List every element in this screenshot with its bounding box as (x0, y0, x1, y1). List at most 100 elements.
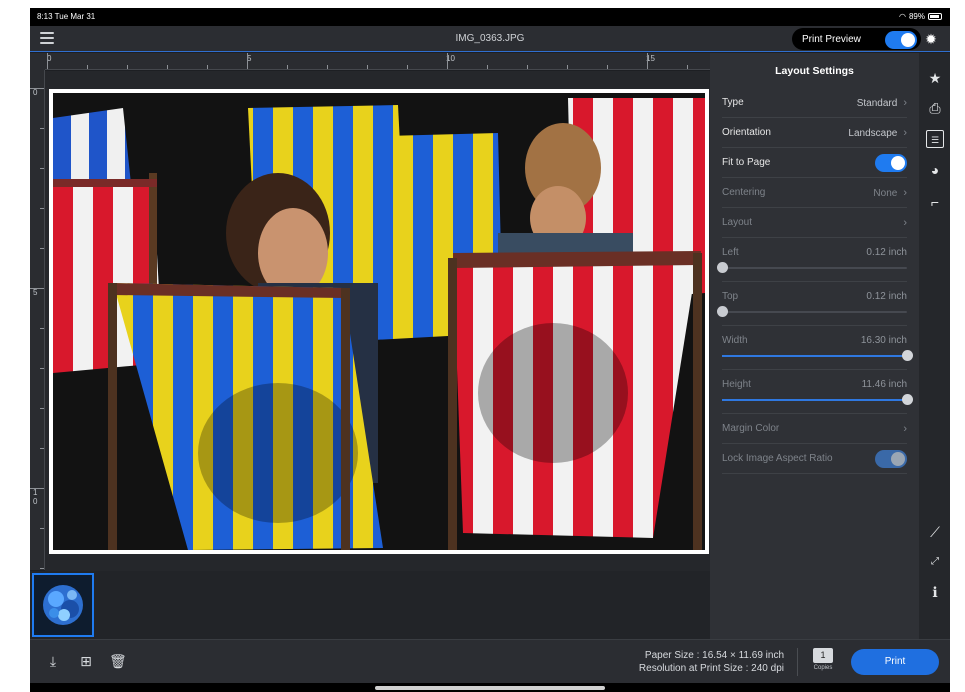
ruler-tick (40, 368, 44, 369)
trash-icon[interactable]: 🗑 (109, 653, 127, 669)
print-preview-canvas (45, 71, 710, 571)
battery-percent: 89% (908, 12, 925, 21)
battery-icon (928, 13, 942, 20)
ruler-tick (87, 65, 88, 69)
height-label: Height (722, 379, 751, 390)
left-margin-slider[interactable] (717, 262, 907, 273)
ruler-tick (40, 448, 44, 449)
width-label: Width (722, 335, 748, 346)
chevron-right-icon: › (903, 216, 907, 229)
setting-top-margin: Top 0.12 inch (717, 282, 907, 326)
setting-margin-color: Margin Color › (722, 414, 907, 444)
ruler-tick (30, 88, 44, 89)
color-palette-icon[interactable]: ◕ (926, 161, 944, 179)
print-preview-toggle[interactable] (885, 31, 917, 49)
ruler-left-mark-0: 0 (33, 88, 38, 97)
paper-sheet (49, 89, 709, 554)
tool-rail: ★ ⎙ ☰ ◕ ⌐ ⟋ ⤢ ℹ (919, 53, 950, 639)
app-window: 8:13 Tue Mar 31 ◠ 89% IMG_0363.JPG Print… (30, 8, 950, 692)
margin-color-label: Margin Color (722, 423, 780, 434)
setting-orientation[interactable]: Orientation Landscape › (722, 118, 907, 148)
ruler-tick (30, 488, 44, 489)
status-time: 8:13 Tue Mar 31 (37, 12, 96, 21)
thumbnail-strip (30, 571, 710, 639)
info-icon[interactable]: ℹ (926, 583, 944, 601)
thumbnail-image (34, 575, 92, 635)
download-icon[interactable]: ⤓ (45, 653, 61, 669)
layout-icon[interactable]: ☰ (926, 130, 944, 148)
height-value: 11.46 inch (861, 379, 907, 390)
ruler-tick (30, 288, 44, 289)
width-slider[interactable] (722, 350, 913, 361)
setting-lock-aspect: Lock Image Aspect Ratio (722, 444, 907, 474)
crop-icon[interactable]: ⌐ (926, 193, 944, 211)
ruler-tick (367, 65, 368, 69)
top-margin-slider[interactable] (717, 306, 907, 317)
left-margin-label: Left (722, 247, 739, 258)
setting-centering-label: Centering (722, 187, 766, 198)
height-slider[interactable] (722, 394, 913, 405)
setting-layout: Layout › (722, 208, 907, 238)
add-image-icon[interactable]: ⊞ (78, 653, 94, 669)
layout-settings-panel: Layout Settings Type Standard › Orientati… (710, 53, 919, 639)
ruler-tick (647, 53, 648, 69)
fit-to-page-toggle[interactable] (875, 153, 907, 172)
horizontal-ruler: 0 5 10 15 (45, 53, 710, 70)
ruler-corner (30, 53, 45, 70)
setting-layout-label: Layout (722, 217, 753, 228)
gear-icon[interactable]: ✹ (923, 31, 939, 47)
ruler-tick (40, 328, 44, 329)
fit-screen-icon[interactable]: ⤢ (926, 553, 944, 571)
ruler-tick (687, 65, 688, 69)
ruler-icon[interactable]: ⟋ (926, 523, 944, 541)
ruler-tick (40, 208, 44, 209)
divider (797, 648, 798, 676)
slider-handle[interactable] (902, 394, 913, 405)
chevron-right-icon: › (903, 126, 907, 139)
ruler-tick (207, 65, 208, 69)
status-right: ◠ 89% (899, 12, 942, 21)
setting-type[interactable]: Type Standard › (722, 88, 907, 118)
setting-height: Height 11.46 inch (722, 370, 913, 414)
slider-handle[interactable] (717, 262, 728, 273)
home-indicator-area (30, 683, 950, 692)
ruler-tick (40, 528, 44, 529)
photo-thumbnail[interactable] (32, 573, 94, 637)
paper-size-text: Paper Size : 16.54 × 11.69 inch (644, 650, 784, 661)
title-bar: IMG_0363.JPG Print Preview ✹ (30, 26, 950, 52)
print-preview-label: Print Preview (802, 33, 861, 45)
setting-left-margin: Left 0.12 inch (717, 238, 907, 282)
slider-handle[interactable] (717, 306, 728, 317)
chevron-right-icon: › (903, 96, 907, 109)
copies-count[interactable]: 1 (813, 648, 833, 663)
ruler-tick (447, 53, 448, 69)
home-indicator[interactable] (375, 686, 605, 690)
setting-orientation-value: Landscape (848, 127, 898, 139)
ruler-tick (47, 53, 48, 69)
setting-orientation-label: Orientation (722, 127, 771, 138)
printer-icon[interactable]: ⎙ (926, 99, 944, 117)
status-bar: 8:13 Tue Mar 31 ◠ 89% (30, 8, 950, 26)
ruler-tick (40, 248, 44, 249)
chevron-right-icon: › (903, 422, 907, 435)
chevron-right-icon: › (903, 186, 907, 199)
ruler-tick (407, 65, 408, 69)
setting-type-label: Type (722, 97, 744, 108)
lock-aspect-toggle (875, 449, 907, 468)
ruler-tick (527, 65, 528, 69)
photo-preview[interactable] (53, 93, 705, 550)
slider-handle[interactable] (902, 350, 913, 361)
setting-fit-to-page-label: Fit to Page (722, 157, 771, 168)
ruler-tick (40, 408, 44, 409)
wifi-icon: ◠ (899, 12, 906, 21)
print-button[interactable]: Print (851, 649, 939, 675)
copies-control[interactable]: 1 Copies (810, 648, 836, 676)
ruler-tick (247, 53, 248, 69)
ruler-tick (567, 65, 568, 69)
ruler-tick (40, 128, 44, 129)
photo-image (53, 93, 705, 550)
setting-centering: Centering None › (722, 178, 907, 208)
star-icon[interactable]: ★ (926, 69, 944, 87)
panel-title: Layout Settings (775, 65, 854, 77)
paper-info: Paper Size : 16.54 × 11.69 inch Resoluti… (639, 649, 784, 675)
